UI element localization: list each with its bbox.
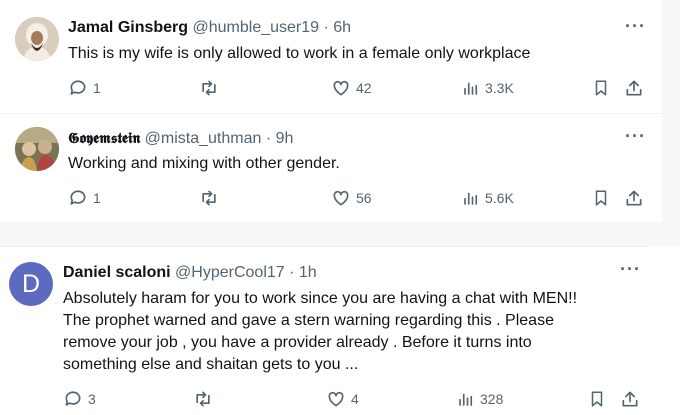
view-count: 5.6K [485, 190, 514, 206]
like-icon [333, 80, 349, 96]
views-icon [464, 82, 478, 95]
tweet-text-line: something else and shaitan gets to you .… [63, 356, 359, 373]
share-icon [626, 190, 642, 206]
reply-button[interactable]: 1 [68, 78, 101, 98]
view-count: 3.3K [485, 80, 514, 96]
display-name[interactable]: 𝕲𝖔𝖞𝖊𝖒𝖘𝖙𝖊𝖎𝖓 [68, 129, 140, 147]
bookmark-icon [591, 391, 603, 407]
tweet-text: Working and mixing with other gender. [68, 155, 340, 172]
timestamp[interactable]: 9h [276, 130, 294, 147]
user-handle[interactable]: @humble_user19 [193, 19, 320, 36]
reply-count: 3 [88, 391, 96, 407]
tweet-2[interactable]: 𝕲𝖔𝖞𝖊𝖒𝖘𝖙𝖊𝖎𝖓 @mista_uthman · 9h ··· Workin… [0, 114, 662, 222]
tweet-text: Absolutely haram for you to work since y… [63, 288, 623, 376]
tweet-text-line: Absolutely haram for you to work since y… [63, 290, 578, 307]
share-button[interactable] [620, 389, 640, 409]
display-name[interactable]: Jamal Ginsberg [68, 19, 188, 36]
tweet-text: This is my wife is only allowed to work … [68, 45, 531, 62]
retweet-button[interactable] [193, 389, 213, 409]
view-count: 328 [480, 391, 504, 407]
views-button[interactable]: 328 [457, 389, 503, 409]
share-button[interactable] [624, 188, 644, 208]
views-button[interactable]: 5.6K [462, 188, 514, 208]
more-icon[interactable]: ··· [625, 126, 646, 147]
reply-count: 1 [93, 190, 101, 206]
tweet-3[interactable]: D Daniel scaloni @HyperCool17 · 1h ··· A… [0, 246, 648, 415]
avatar[interactable] [15, 127, 59, 171]
like-button[interactable]: 4 [326, 389, 359, 409]
display-name[interactable]: Daniel scaloni [63, 264, 171, 281]
views-icon [459, 393, 473, 406]
reply-icon [70, 190, 86, 205]
views-button[interactable]: 3.3K [462, 78, 514, 98]
share-icon [626, 80, 642, 96]
right-gutter [662, 0, 680, 246]
bookmark-button[interactable] [588, 389, 606, 409]
separator-dot: · [323, 19, 329, 36]
share-icon [622, 391, 638, 407]
reply-icon [70, 80, 86, 95]
timestamp[interactable]: 6h [333, 19, 351, 36]
thread-separator [0, 222, 680, 246]
like-count: 42 [356, 80, 372, 96]
timestamp[interactable]: 1h [299, 264, 317, 281]
tweet-text-line: The prophet warned and gave a stern warn… [63, 312, 554, 329]
like-count: 4 [351, 391, 359, 407]
more-icon[interactable]: ··· [620, 259, 641, 280]
like-icon [328, 391, 344, 407]
tweet-header: 𝕲𝖔𝖞𝖊𝖒𝖘𝖙𝖊𝖎𝖓 @mista_uthman · 9h [68, 129, 293, 148]
retweet-icon [202, 80, 216, 96]
reply-icon [65, 391, 81, 406]
like-button[interactable]: 56 [331, 188, 372, 208]
more-icon[interactable]: ··· [625, 16, 646, 37]
retweet-icon [202, 190, 216, 206]
retweet-button[interactable] [199, 188, 219, 208]
user-handle[interactable]: @HyperCool17 [175, 264, 285, 281]
bookmark-button[interactable] [592, 188, 610, 208]
tweet-text-line: remove your job , you have a provider al… [63, 334, 532, 351]
share-button[interactable] [624, 78, 644, 98]
tweet-1[interactable]: Jamal Ginsberg @humble_user19 · 6h ··· T… [0, 0, 662, 114]
reply-button[interactable]: 3 [63, 389, 96, 409]
separator-dot: · [289, 264, 295, 281]
retweet-icon [196, 391, 210, 407]
views-icon [464, 192, 478, 205]
like-count: 56 [356, 190, 372, 206]
tweet-header: Jamal Ginsberg @humble_user19 · 6h [68, 19, 351, 37]
bookmark-icon [595, 190, 607, 206]
like-icon [333, 190, 349, 206]
reply-count: 1 [93, 80, 101, 96]
reply-button[interactable]: 1 [68, 188, 101, 208]
user-handle[interactable]: @mista_uthman [145, 130, 262, 147]
separator-dot: · [265, 130, 272, 147]
bookmark-icon [595, 80, 607, 96]
avatar[interactable] [15, 17, 59, 61]
avatar[interactable]: D [9, 262, 53, 306]
bookmark-button[interactable] [592, 78, 610, 98]
like-button[interactable]: 42 [331, 78, 372, 98]
retweet-button[interactable] [199, 78, 219, 98]
tweet-header: Daniel scaloni @HyperCool17 · 1h [63, 264, 317, 282]
